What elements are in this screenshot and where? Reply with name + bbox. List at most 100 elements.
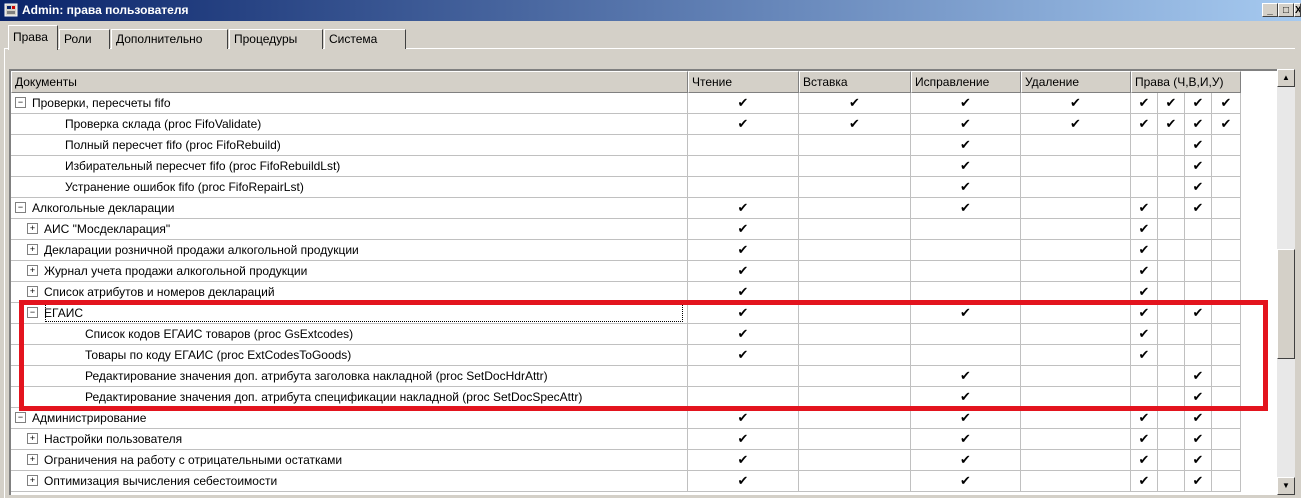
expand-icon[interactable]: +	[27, 286, 38, 298]
rights-subcell[interactable]	[1212, 450, 1241, 471]
rights-subcell[interactable]: ✔	[1185, 429, 1212, 450]
rights-subcell[interactable]	[1158, 240, 1185, 261]
document-cell[interactable]: + Оптимизация вычисления себестоимости	[11, 471, 688, 492]
rights-subcell[interactable]: ✔	[1185, 387, 1212, 408]
delete-cell[interactable]	[1021, 303, 1131, 324]
delete-cell[interactable]	[1021, 471, 1131, 492]
header-rights[interactable]: Права (Ч,В,И,У)	[1131, 71, 1241, 93]
document-cell[interactable]: + Декларации розничной продажи алкогольно…	[11, 240, 688, 261]
rights-subcell[interactable]	[1131, 387, 1158, 408]
insert-cell[interactable]	[799, 240, 911, 261]
document-cell[interactable]: Полный пересчет fifo (proc FifoRebuild)	[11, 135, 688, 156]
document-cell[interactable]: − Администрирование	[11, 408, 688, 429]
rights-subcell[interactable]	[1212, 261, 1241, 282]
insert-cell[interactable]	[799, 135, 911, 156]
edit-cell[interactable]: ✔	[911, 366, 1021, 387]
collapse-icon[interactable]: −	[27, 307, 38, 319]
delete-cell[interactable]	[1021, 450, 1131, 471]
read-cell[interactable]: ✔	[688, 408, 799, 429]
table-row[interactable]: Товары по коду ЕГАИС (proc ExtCodesToGoo…	[11, 345, 1277, 366]
rights-subcell[interactable]	[1158, 198, 1185, 219]
read-cell[interactable]	[688, 135, 799, 156]
table-row[interactable]: − Администрирование ✔ ✔ ✔ ✔	[11, 408, 1277, 429]
rights-subcell[interactable]: ✔	[1185, 114, 1212, 135]
rights-subcell[interactable]: ✔	[1131, 345, 1158, 366]
rights-subcell[interactable]: ✔	[1212, 114, 1241, 135]
edit-cell[interactable]: ✔	[911, 408, 1021, 429]
delete-cell[interactable]	[1021, 408, 1131, 429]
insert-cell[interactable]: ✔	[799, 114, 911, 135]
expand-icon[interactable]: +	[27, 433, 38, 445]
rights-subcell[interactable]	[1212, 303, 1241, 324]
rights-subcell[interactable]	[1212, 240, 1241, 261]
table-row[interactable]: − Проверки, пересчеты fifo ✔ ✔ ✔ ✔ ✔ ✔ ✔ ✔	[11, 93, 1277, 114]
table-row[interactable]: Полный пересчет fifo (proc FifoRebuild) ✔…	[11, 135, 1277, 156]
insert-cell[interactable]	[799, 282, 911, 303]
header-documents[interactable]: Документы	[11, 71, 688, 93]
rights-subcell[interactable]	[1212, 387, 1241, 408]
expand-icon[interactable]: +	[27, 244, 38, 256]
read-cell[interactable]: ✔	[688, 219, 799, 240]
rights-subcell[interactable]: ✔	[1185, 198, 1212, 219]
edit-cell[interactable]	[911, 219, 1021, 240]
rights-subcell[interactable]	[1158, 408, 1185, 429]
delete-cell[interactable]	[1021, 282, 1131, 303]
table-row[interactable]: Редактирование значения доп. атрибута за…	[11, 366, 1277, 387]
edit-cell[interactable]	[911, 345, 1021, 366]
rights-subcell[interactable]	[1158, 282, 1185, 303]
read-cell[interactable]: ✔	[688, 240, 799, 261]
delete-cell[interactable]	[1021, 345, 1131, 366]
insert-cell[interactable]	[799, 345, 911, 366]
insert-cell[interactable]: ✔	[799, 93, 911, 114]
insert-cell[interactable]	[799, 387, 911, 408]
table-row[interactable]: Устранение ошибок fifo (proc FifoRepairL…	[11, 177, 1277, 198]
rights-subcell[interactable]	[1158, 324, 1185, 345]
delete-cell[interactable]	[1021, 177, 1131, 198]
rights-subcell[interactable]	[1158, 303, 1185, 324]
rights-subcell[interactable]	[1158, 366, 1185, 387]
table-row[interactable]: + АИС "Мосдекларация" ✔ ✔	[11, 219, 1277, 240]
rights-subcell[interactable]	[1158, 345, 1185, 366]
edit-cell[interactable]: ✔	[911, 135, 1021, 156]
edit-cell[interactable]: ✔	[911, 177, 1021, 198]
delete-cell[interactable]	[1021, 135, 1131, 156]
delete-cell[interactable]	[1021, 366, 1131, 387]
rights-subcell[interactable]: ✔	[1131, 450, 1158, 471]
rights-subcell[interactable]	[1212, 429, 1241, 450]
header-delete[interactable]: Удаление	[1021, 71, 1131, 93]
rights-subcell[interactable]	[1185, 282, 1212, 303]
insert-cell[interactable]	[799, 198, 911, 219]
insert-cell[interactable]	[799, 177, 911, 198]
read-cell[interactable]	[688, 177, 799, 198]
delete-cell[interactable]	[1021, 429, 1131, 450]
document-cell[interactable]: + Журнал учета продажи алкогольной продук…	[11, 261, 688, 282]
collapse-icon[interactable]: −	[15, 202, 26, 214]
rights-subcell[interactable]: ✔	[1131, 240, 1158, 261]
edit-cell[interactable]	[911, 324, 1021, 345]
read-cell[interactable]	[688, 366, 799, 387]
minimize-button[interactable]: _	[1262, 3, 1278, 17]
delete-cell[interactable]	[1021, 240, 1131, 261]
rights-subcell[interactable]	[1212, 282, 1241, 303]
document-cell[interactable]: Список кодов ЕГАИС товаров (proc GsExtco…	[11, 324, 688, 345]
read-cell[interactable]: ✔	[688, 93, 799, 114]
rights-subcell[interactable]	[1158, 135, 1185, 156]
document-cell[interactable]: Проверка склада (proc FifoValidate)	[11, 114, 688, 135]
scroll-down-button[interactable]: ▼	[1277, 477, 1295, 495]
rights-subcell[interactable]	[1131, 135, 1158, 156]
insert-cell[interactable]	[799, 366, 911, 387]
delete-cell[interactable]	[1021, 387, 1131, 408]
scroll-thumb[interactable]	[1277, 249, 1295, 359]
insert-cell[interactable]	[799, 156, 911, 177]
scroll-up-button[interactable]: ▲	[1277, 69, 1295, 87]
rights-subcell[interactable]: ✔	[1131, 114, 1158, 135]
edit-cell[interactable]	[911, 282, 1021, 303]
tab-5[interactable]: Система	[324, 29, 406, 49]
rights-subcell[interactable]	[1212, 366, 1241, 387]
rights-subcell[interactable]	[1158, 450, 1185, 471]
document-cell[interactable]: + Настройки пользователя	[11, 429, 688, 450]
rights-subcell[interactable]	[1212, 345, 1241, 366]
rights-subcell[interactable]	[1212, 177, 1241, 198]
document-cell[interactable]: − Проверки, пересчеты fifo	[11, 93, 688, 114]
document-cell[interactable]: Редактирование значения доп. атрибута за…	[11, 366, 688, 387]
